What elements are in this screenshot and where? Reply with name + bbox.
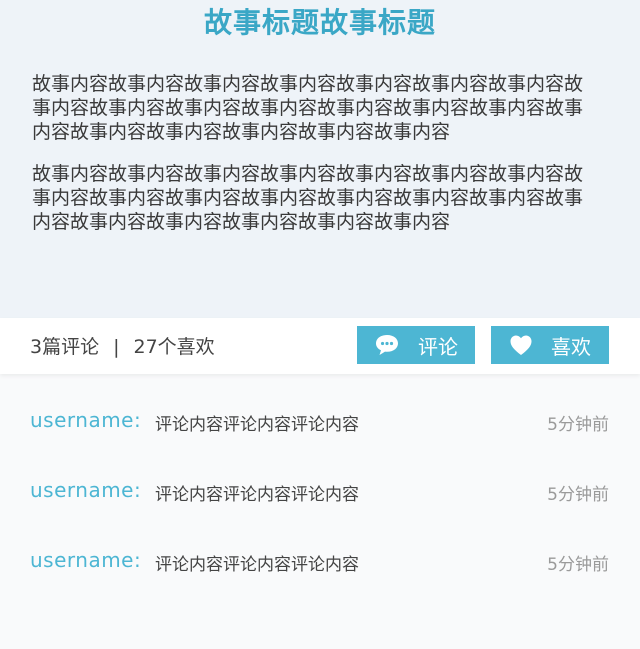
- story-paragraph: 故事内容故事内容故事内容故事内容故事内容故事内容故事内容故事内容故事内容故事内容…: [32, 163, 584, 233]
- comment-username[interactable]: username:: [30, 408, 141, 432]
- comment-count: 3篇评论: [30, 336, 100, 358]
- heart-icon: [510, 335, 532, 355]
- stats-separator: |: [113, 336, 120, 358]
- comment-text: 评论内容评论内容评论内容: [155, 415, 359, 435]
- comment-username[interactable]: username:: [30, 478, 141, 502]
- comment-button[interactable]: 评论: [357, 326, 475, 364]
- comment-time: 5分钟前: [547, 415, 609, 435]
- action-bar: 3篇评论 | 27个喜欢 评论 喜欢: [0, 318, 640, 374]
- comment-time: 5分钟前: [547, 555, 609, 575]
- comment-text: 评论内容评论内容评论内容: [155, 485, 359, 505]
- comment-list: username: 评论内容评论内容评论内容 5分钟前 username: 评论…: [0, 374, 640, 606]
- chat-bubble-icon: [376, 335, 398, 355]
- like-button-label: 喜欢: [551, 334, 591, 359]
- comment-username[interactable]: username:: [30, 548, 141, 572]
- like-count: 27个喜欢: [133, 336, 215, 358]
- comment-item: username: 评论内容评论内容评论内容 5分钟前: [0, 396, 640, 466]
- comment-button-label: 评论: [418, 334, 458, 359]
- comment-time: 5分钟前: [547, 485, 609, 505]
- story-title: 故事标题故事标题: [203, 6, 436, 39]
- like-button[interactable]: 喜欢: [491, 326, 609, 364]
- comment-text: 评论内容评论内容评论内容: [155, 555, 359, 575]
- story-stats: 3篇评论 | 27个喜欢: [30, 332, 215, 362]
- story-paragraph: 故事内容故事内容故事内容故事内容故事内容故事内容故事内容故事内容故事内容故事内容…: [32, 73, 584, 143]
- comment-item: username: 评论内容评论内容评论内容 5分钟前: [0, 536, 640, 606]
- story-section: 故事标题故事标题 故事内容故事内容故事内容故事内容故事内容故事内容故事内容故事内…: [0, 0, 640, 318]
- comment-item: username: 评论内容评论内容评论内容 5分钟前: [0, 466, 640, 536]
